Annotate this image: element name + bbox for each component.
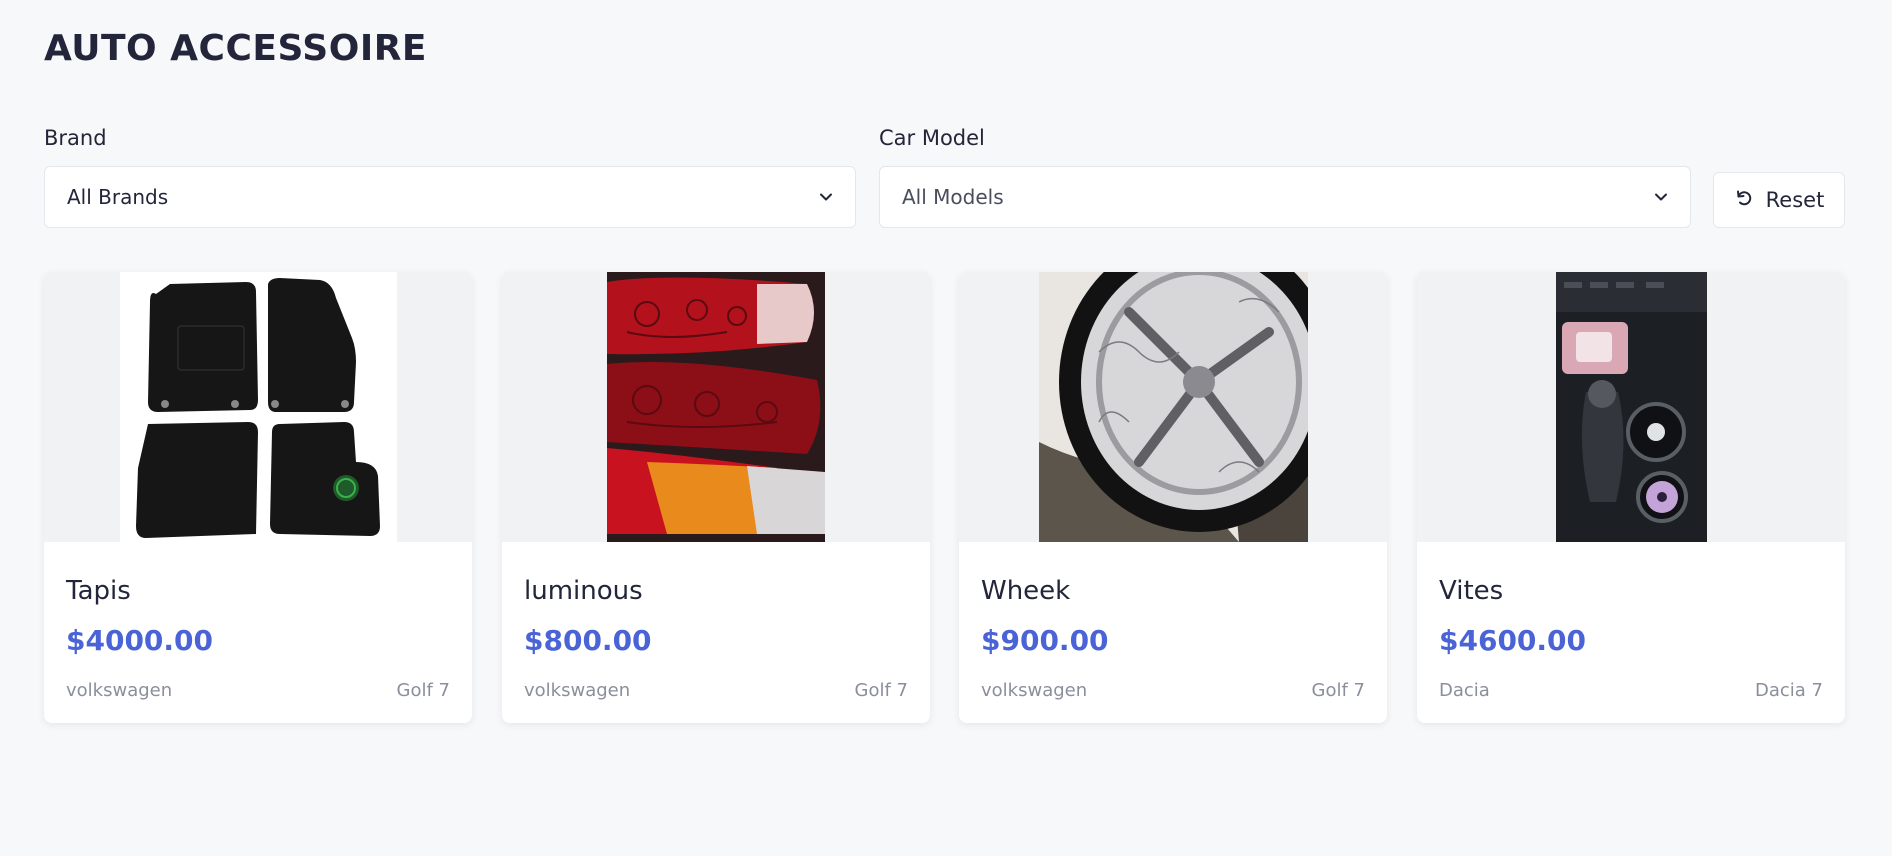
chevron-down-icon [819,190,833,204]
product-image [502,272,930,542]
product-model: Golf 7 [854,680,908,701]
product-brand: volkswagen [66,680,173,701]
product-brand: volkswagen [981,680,1088,701]
product-image [1417,272,1845,542]
product-name: Tapis [66,576,131,606]
model-label: Car Model [879,126,985,150]
product-image [959,272,1387,542]
page-title: AUTO ACCESSOIRE [44,28,428,69]
product-brand: volkswagen [524,680,631,701]
brand-select-value: All Brands [67,185,169,209]
product-price: $4600.00 [1439,624,1587,657]
product-card[interactable]: luminous $800.00 volkswagen Golf 7 [502,272,930,723]
reset-button[interactable]: Reset [1713,172,1845,228]
product-price: $4000.00 [66,624,214,657]
product-card[interactable]: Tapis $4000.00 volkswagen Golf 7 [44,272,472,723]
product-model: Golf 7 [1311,680,1365,701]
product-image [44,272,472,542]
reset-label: Reset [1765,188,1825,212]
product-name: Vites [1439,576,1504,606]
product-brand: Dacia [1439,680,1490,701]
model-select-value: All Models [902,185,1004,209]
brand-select[interactable]: All Brands [44,166,856,228]
product-model: Dacia 7 [1755,680,1823,701]
chevron-down-icon [1654,190,1668,204]
product-name: Wheek [981,576,1071,606]
brand-label: Brand [44,126,107,150]
product-card[interactable]: Wheek $900.00 volkswagen Golf 7 [959,272,1387,723]
product-price: $900.00 [981,624,1109,657]
model-select[interactable]: All Models [879,166,1691,228]
reset-icon [1734,188,1754,213]
product-name: luminous [524,576,643,606]
product-price: $800.00 [524,624,652,657]
product-card[interactable]: Vites $4600.00 Dacia Dacia 7 [1417,272,1845,723]
product-model: Golf 7 [396,680,450,701]
